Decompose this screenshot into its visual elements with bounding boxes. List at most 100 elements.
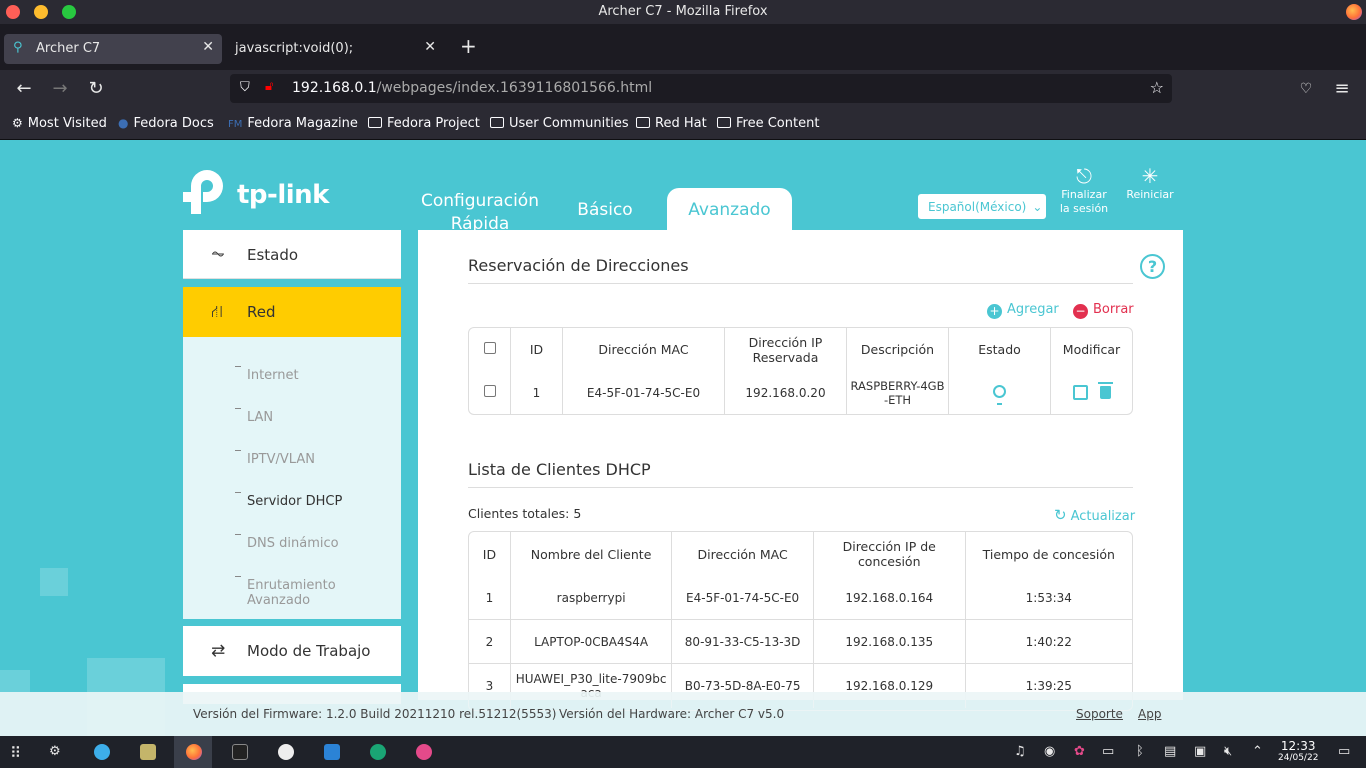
clock[interactable]: 12:33 24/05/22 bbox=[1278, 740, 1318, 764]
logout-button[interactable]: ⎋ Finalizar la sesión bbox=[1058, 164, 1110, 216]
pulse-icon: ⏦ bbox=[211, 244, 225, 264]
bookmarks-toolbar: ⚙ Most Visited ● Fedora Docs FM Fedora Maga… bbox=[0, 110, 1366, 140]
add-button[interactable]: + Agregar bbox=[987, 302, 1059, 319]
shield-icon[interactable]: ⛉ bbox=[240, 80, 250, 95]
sidebar-sub-lan[interactable]: LAN bbox=[234, 408, 273, 425]
sidebar-sub-ddns[interactable]: DNS dinámico bbox=[235, 534, 339, 551]
app-icon[interactable] bbox=[370, 744, 386, 760]
gear-icon: ⚙ bbox=[12, 116, 23, 130]
sidebar-sub-routing[interactable]: Enrutamiento Avanzado bbox=[235, 576, 401, 608]
firefox-taskbar-icon[interactable] bbox=[186, 744, 202, 760]
bookmark-most-visited[interactable]: ⚙ Most Visited bbox=[12, 116, 107, 131]
edit-icon[interactable] bbox=[1072, 385, 1088, 400]
network-tray-icon[interactable]: ▣ bbox=[1194, 744, 1206, 759]
col-header: ID bbox=[469, 532, 511, 576]
swap-arrows-icon: ⇄ bbox=[211, 641, 226, 661]
divider bbox=[468, 283, 1133, 284]
tab-javascript-void[interactable]: javascript:void(0); ✕ bbox=[226, 34, 444, 64]
terminal-icon[interactable] bbox=[232, 744, 248, 760]
folder-icon bbox=[717, 117, 731, 128]
row-checkbox[interactable] bbox=[469, 371, 511, 414]
reload-icon[interactable]: ↻ bbox=[84, 78, 108, 99]
arduino-icon[interactable] bbox=[278, 744, 294, 760]
bluetooth-icon[interactable]: ᛒ bbox=[1136, 744, 1144, 759]
bookmark-user-communities[interactable]: User Communities bbox=[490, 116, 629, 131]
refresh-icon: ↻ bbox=[1054, 506, 1067, 524]
clients-total: Clientes totales: 5 bbox=[468, 506, 582, 521]
new-tab-button[interactable]: + bbox=[460, 34, 477, 58]
tab-strip: ⚲ Archer C7 ✕ javascript:void(0); ✕ bbox=[0, 24, 1366, 70]
forward-arrow-icon[interactable]: → bbox=[48, 78, 72, 99]
bookmark-fedora-project[interactable]: Fedora Project bbox=[368, 116, 480, 131]
col-header: Estado bbox=[949, 328, 1051, 371]
menu-hamburger-icon[interactable]: ≡ bbox=[1330, 78, 1354, 99]
col-header: Dirección MAC bbox=[563, 328, 725, 371]
col-header: Dirección IP Reservada bbox=[725, 328, 847, 371]
show-desktop-icon[interactable]: ▭ bbox=[1338, 744, 1350, 759]
folder-icon bbox=[636, 117, 650, 128]
insecure-lock-icon[interactable]: 🔓︎ bbox=[265, 79, 273, 94]
delete-button[interactable]: − Borrar bbox=[1073, 302, 1134, 319]
battery-icon[interactable]: ▭ bbox=[1102, 744, 1114, 759]
divider bbox=[468, 487, 1133, 488]
close-tab-icon[interactable]: ✕ bbox=[424, 39, 436, 55]
pocket-icon[interactable]: ♡ bbox=[1294, 81, 1318, 97]
cell-ip: 192.168.0.135 bbox=[813, 620, 966, 664]
sidebar-sub-dhcp[interactable]: Servidor DHCP bbox=[234, 492, 342, 509]
folder-icon bbox=[490, 117, 504, 128]
help-icon[interactable]: ? bbox=[1140, 254, 1165, 279]
bookmark-star-icon[interactable]: ☆ bbox=[1150, 78, 1164, 97]
app-icon[interactable] bbox=[416, 744, 432, 760]
tab-archer-c7[interactable]: ⚲ Archer C7 ✕ bbox=[4, 34, 222, 64]
cell-id: 1 bbox=[511, 371, 563, 414]
col-header: Dirección IP de concesión bbox=[814, 532, 966, 576]
app-tray-icon[interactable]: ✿ bbox=[1074, 744, 1085, 759]
settings-icon[interactable]: ⚙ bbox=[49, 744, 61, 759]
back-arrow-icon[interactable]: ← bbox=[12, 78, 36, 99]
files-icon[interactable] bbox=[140, 744, 156, 760]
support-link[interactable]: Soporte bbox=[1076, 707, 1123, 721]
app-launcher-icon[interactable]: ⠿ bbox=[10, 744, 21, 762]
decorative-square bbox=[40, 568, 68, 596]
sidebar-sub-internet[interactable]: Internet bbox=[235, 366, 299, 383]
cell-client-name: raspberrypi bbox=[510, 576, 673, 620]
language-select[interactable]: Español(México) ⌄ bbox=[918, 194, 1046, 219]
cell-lease-time: 1:53:34 bbox=[965, 576, 1132, 620]
vscode-icon[interactable] bbox=[324, 744, 340, 760]
download-icon[interactable] bbox=[94, 744, 110, 760]
col-header: Descripción bbox=[847, 328, 949, 371]
trash-icon[interactable] bbox=[1097, 382, 1113, 399]
cell-mac: E4-5F-01-74-5C-E0 bbox=[563, 371, 725, 414]
cell-ip: 192.168.0.20 bbox=[725, 371, 847, 414]
window-titlebar: Archer C7 - Mozilla Firefox bbox=[0, 0, 1366, 24]
bulb-status-icon[interactable] bbox=[993, 384, 1006, 405]
chevron-up-icon[interactable]: ⌃ bbox=[1252, 744, 1263, 759]
firmware-version: Versión del Firmware: 1.2.0 Build 202112… bbox=[193, 707, 557, 721]
reboot-button[interactable]: ✳ Reiniciar bbox=[1124, 164, 1176, 202]
clipboard-icon[interactable]: ▤ bbox=[1164, 744, 1176, 759]
tab-avanzado[interactable]: Avanzado bbox=[667, 188, 792, 230]
col-header: Dirección MAC bbox=[672, 532, 814, 576]
reservation-table: ID Dirección MAC Dirección IP Reservada … bbox=[468, 327, 1133, 415]
dhcp-clients-table: ID Nombre del Cliente Dirección MAC Dire… bbox=[468, 531, 1133, 711]
select-all-checkbox[interactable] bbox=[469, 328, 511, 371]
tplink-logo-icon bbox=[183, 170, 223, 214]
bookmark-fedora-docs[interactable]: ● Fedora Docs bbox=[118, 116, 214, 131]
chevron-down-icon: ⌄ bbox=[1032, 200, 1043, 214]
bookmark-fedora-magazine[interactable]: FM Fedora Magazine bbox=[228, 116, 358, 131]
sidebar-item-modo[interactable]: ⇄ Modo de Trabajo bbox=[183, 626, 401, 676]
folder-icon bbox=[368, 117, 382, 128]
update-icon[interactable]: ◉ bbox=[1044, 744, 1055, 759]
sidebar-item-red[interactable]: ⛙ Red bbox=[183, 287, 401, 337]
volume-muted-icon[interactable]: 🔇︎ bbox=[1224, 744, 1232, 759]
address-bar[interactable]: ⛉ 🔓︎ 192.168.0.1/webpages/index.16391168… bbox=[230, 74, 1172, 103]
bookmark-red-hat[interactable]: Red Hat bbox=[636, 116, 707, 131]
close-tab-icon[interactable]: ✕ bbox=[202, 39, 214, 55]
notifications-icon[interactable]: ♫ bbox=[1014, 744, 1026, 759]
sidebar-sub-iptv[interactable]: IPTV/VLAN bbox=[235, 450, 315, 467]
sidebar-item-estado[interactable]: ⏦ Estado bbox=[183, 230, 401, 279]
bookmark-free-content[interactable]: Free Content bbox=[717, 116, 819, 131]
app-link[interactable]: App bbox=[1138, 707, 1161, 721]
refresh-button[interactable]: ↻ Actualizar bbox=[1054, 506, 1135, 524]
tab-basico[interactable]: Básico bbox=[570, 200, 640, 220]
